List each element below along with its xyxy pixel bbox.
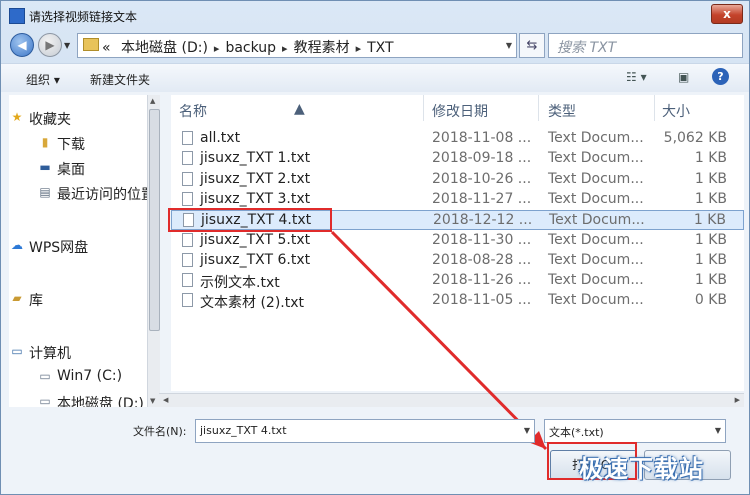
file-open-dialog: 请选择视频链接文本 x ◀ ▶ ▼ « 本地磁盘 (D:) ▸ backup ▸ 教程素…: [0, 0, 750, 495]
filename-input[interactable]: jisuxz_TXT 4.txt ▼: [195, 419, 535, 443]
filename-label: 文件名(N):: [133, 425, 187, 438]
watermark-logo: 极速下载站: [579, 455, 704, 483]
filename-dropdown-icon[interactable]: ▼: [524, 426, 530, 435]
filename-value[interactable]: jisuxz_TXT 4.txt: [200, 424, 287, 437]
file-type-dropdown-icon[interactable]: ▼: [715, 426, 721, 435]
file-type-value[interactable]: 文本(*.txt): [549, 424, 604, 440]
file-type-select[interactable]: 文本(*.txt) ▼: [544, 419, 726, 443]
